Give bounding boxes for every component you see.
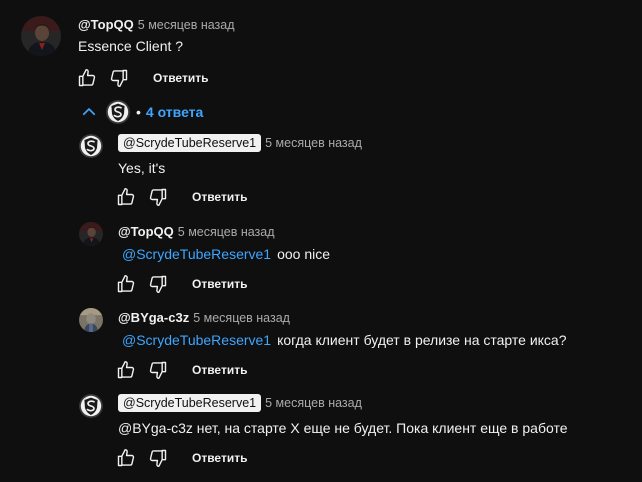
user-avatar-image (21, 16, 61, 56)
avatar[interactable] (79, 222, 103, 246)
reply-text: @ScrydeTubeReserve1 когда клиент будет в … (122, 332, 567, 348)
scryde-logo-icon (79, 394, 103, 418)
reply-time[interactable]: 5 месяцев назад (178, 225, 275, 239)
like-button[interactable] (76, 67, 98, 89)
reply-message: ooo nice (277, 246, 331, 262)
reply-button[interactable]: Ответить (153, 71, 208, 85)
thumb-down-icon (148, 187, 168, 207)
reply-time[interactable]: 5 месяцев назад (193, 311, 290, 325)
bullet-separator: • (136, 104, 141, 120)
replies-toggle[interactable]: • 4 ответа (80, 100, 203, 124)
reply-text: @ScrydeTubeReserve1 ooo nice (122, 246, 330, 262)
thumb-down-icon (148, 360, 168, 380)
creator-avatar-icon (106, 100, 130, 124)
scryde-logo-icon (79, 134, 103, 158)
reply-header: @ScrydeTubeReserve1 5 месяцев назад (118, 134, 362, 152)
reply-actions: Ответить (115, 447, 247, 469)
dislike-button[interactable] (147, 447, 169, 469)
comment-author[interactable]: @TopQQ (78, 17, 134, 32)
thumb-up-icon (116, 187, 136, 207)
reply-button[interactable]: Ответить (192, 190, 247, 204)
comment-header: @TopQQ 5 месяцев назад (78, 16, 235, 34)
reply-message: когда клиент будет в релизе на старте ик… (277, 332, 567, 348)
creator-author-chip[interactable]: @ScrydeTubeReserve1 (118, 394, 262, 412)
reply-author[interactable]: @BYga-c3z (118, 310, 189, 325)
comment-text: Essence Client ? (78, 38, 184, 54)
reply-time[interactable]: 5 месяцев назад (265, 136, 362, 150)
thumb-up-icon (116, 448, 136, 468)
mention-link[interactable]: @ScrydeTubeReserve1 (122, 246, 271, 262)
reply-header: @TopQQ 5 месяцев назад (118, 223, 275, 241)
mention-link[interactable]: @ScrydeTubeReserve1 (122, 332, 271, 348)
reply-button[interactable]: Ответить (192, 363, 247, 377)
thumb-down-icon (109, 68, 129, 88)
reply-actions: Ответить (115, 359, 247, 381)
dislike-button[interactable] (147, 186, 169, 208)
reply-author[interactable]: @TopQQ (118, 224, 174, 239)
avatar[interactable] (21, 16, 61, 56)
dislike-button[interactable] (147, 273, 169, 295)
comment-actions: Ответить (76, 67, 208, 89)
avatar[interactable] (79, 394, 103, 418)
reply-header: @ScrydeTubeReserve1 5 месяцев назад (118, 394, 362, 412)
reply-button[interactable]: Ответить (192, 451, 247, 465)
reply-actions: Ответить (115, 186, 247, 208)
chevron-up-icon (80, 103, 98, 121)
thumb-up-icon (116, 360, 136, 380)
reply-text: Yes, it's (118, 160, 166, 176)
creator-author-chip[interactable]: @ScrydeTubeReserve1 (118, 134, 262, 152)
comment-time[interactable]: 5 месяцев назад (138, 18, 235, 32)
avatar[interactable] (79, 308, 103, 332)
reply-time[interactable]: 5 месяцев назад (265, 396, 362, 410)
reply-text: @BYga-c3z нет, на старте X еще не будет.… (118, 420, 568, 436)
reply-actions: Ответить (115, 273, 247, 295)
dislike-button[interactable] (108, 67, 130, 89)
thumb-up-icon (116, 274, 136, 294)
reply-header: @BYga-c3z 5 месяцев назад (118, 309, 290, 327)
dislike-button[interactable] (147, 359, 169, 381)
like-button[interactable] (115, 447, 137, 469)
thumb-down-icon (148, 274, 168, 294)
like-button[interactable] (115, 359, 137, 381)
like-button[interactable] (115, 273, 137, 295)
reply-button[interactable]: Ответить (192, 277, 247, 291)
thumb-up-icon (77, 68, 97, 88)
user-avatar-image (79, 222, 103, 246)
user-avatar-image (79, 308, 103, 332)
thumb-down-icon (148, 448, 168, 468)
replies-count: 4 ответа (145, 104, 204, 120)
like-button[interactable] (115, 186, 137, 208)
avatar[interactable] (79, 134, 103, 158)
